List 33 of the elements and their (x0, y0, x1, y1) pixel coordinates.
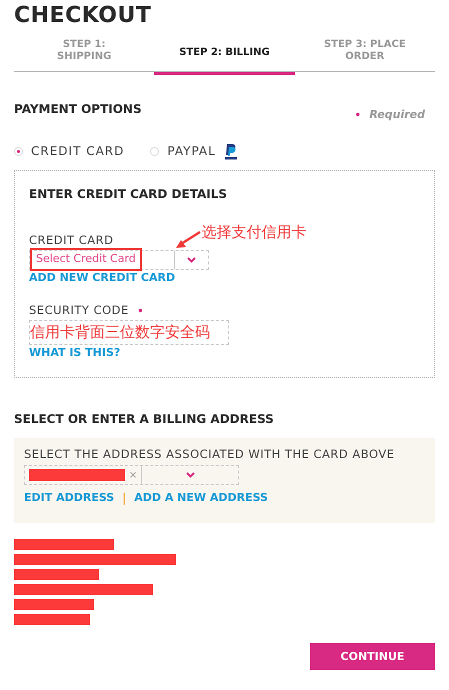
chevron-down-icon (186, 472, 195, 478)
field-label: SECURITY CODE (29, 302, 129, 320)
add-card-link[interactable]: ADD NEW CREDIT CARD (29, 270, 420, 286)
annotation-text: 选择支付信用卡 (201, 222, 306, 243)
radio-button[interactable] (14, 146, 23, 156)
select-placeholder: Select Credit Card (36, 252, 136, 266)
required-mark: • (136, 303, 144, 320)
field-label: SELECT THE ADDRESS ASSOCIATED WITH THE CARD ABOVE (24, 446, 396, 463)
continue-button[interactable]: CONTINUE (310, 643, 435, 670)
card-select-field[interactable]: Select Credit Card (29, 250, 209, 270)
link-separator: | (122, 490, 126, 508)
chevron-down-icon (187, 256, 196, 262)
required-mark: • (354, 107, 362, 124)
paypal-logo-icon (224, 142, 238, 160)
address-link[interactable]: ADD A NEW ADDRESS (134, 490, 268, 506)
step-tab[interactable]: STEP 2: BILLING (154, 37, 295, 75)
clear-button[interactable]: × (124, 468, 142, 483)
radio-button[interactable] (150, 146, 160, 156)
address-select[interactable]: × (24, 465, 239, 486)
page-title: CHECKOUT (14, 2, 152, 27)
what-is-this-link[interactable]: WHAT IS THIS? (29, 344, 420, 361)
field-label: CREDIT CARD (29, 232, 114, 250)
step-tab[interactable]: STEP 1: SHIPPING (14, 37, 154, 72)
step-tab[interactable]: STEP 3: PLACE ORDER (294, 37, 435, 72)
security-code-field[interactable]: 信用卡背面三位数字安全码 (29, 320, 229, 344)
section-heading: PAYMENT OPTIONS (14, 101, 142, 118)
required-label: Required (369, 106, 425, 123)
address-link[interactable]: EDIT ADDRESS (24, 490, 114, 506)
section-heading: SELECT OR ENTER A BILLING ADDRESS (14, 411, 275, 428)
option-label: PAYPAL (167, 143, 216, 160)
box-heading: ENTER CREDIT CARD DETAILS (29, 186, 228, 203)
option-label: CREDIT CARD (31, 143, 124, 160)
arrow-icon (175, 230, 202, 250)
